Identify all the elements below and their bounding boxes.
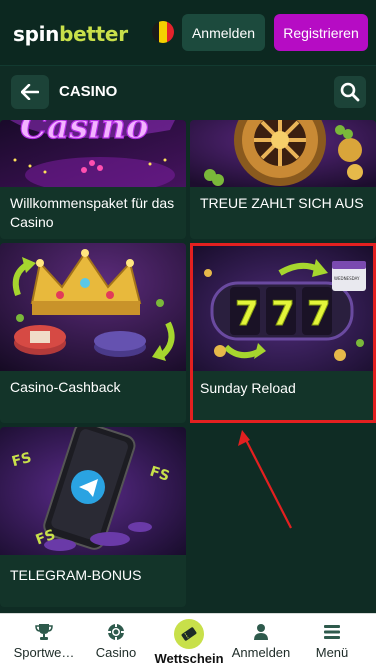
register-button[interactable]: Registrieren [274,14,368,51]
sunday-reload-promo-image: 7 7 7 WEDNESDAY [190,243,376,371]
card-title: TREUE ZAHLT SICH AUS [200,195,364,211]
nav-label: Anmelden [231,645,291,660]
logo-text-better: better [59,22,128,46]
app-screen: spinbetter Anmelden Registrieren CASINO [0,0,376,669]
loyalty-promo-image [190,120,376,187]
annotation-arrow [238,430,292,529]
slot-reel-2-text: 7 [271,294,295,334]
nav-label: Wettschein [154,651,224,666]
nav-label: Sportwe… [13,645,75,660]
hamburger-menu-icon [321,623,343,641]
casino-sign-text: Casino [20,120,149,147]
section-header [0,66,376,120]
trophy-icon [33,623,55,641]
nav-item-sports[interactable]: Sportwe… [8,614,80,669]
search-button[interactable] [334,76,366,108]
telegram-promo-image: FS FS FS [0,427,186,555]
promo-card-cashback[interactable]: Casino-Cashback [0,243,186,423]
section-title: CASINO [59,83,118,100]
login-button[interactable]: Anmelden [182,14,265,51]
nav-item-bet-slip[interactable]: Wettschein [150,614,228,669]
welcome-promo-image: Casino [0,120,186,187]
card-title: Willkommenspaket für das Casino [10,195,175,230]
card-title: Casino-Cashback [10,379,121,395]
promo-card-sunday-reload[interactable]: 7 7 7 WEDNESDAY Sunday Reload [190,243,376,423]
arrow-left-icon [21,84,39,100]
ticket-icon [174,619,204,649]
promo-card-loyalty[interactable]: TREUE ZAHLT SICH AUS [190,120,376,239]
cashback-promo-image [0,243,186,371]
brand-logo[interactable]: spinbetter [13,22,128,46]
bottom-navigation: Sportwe… Casino Wettschein Anmelden Menü [0,613,376,669]
search-icon [340,82,360,102]
nav-item-casino[interactable]: Casino [86,614,146,669]
logo-text-spin: spin [13,22,60,46]
nav-item-menu[interactable]: Menü [302,614,362,669]
slot-reel-3-text: 7 [307,294,331,334]
calendar-day-text: WEDNESDAY [334,276,360,281]
user-icon [250,623,272,641]
card-title: TELEGRAM-BONUS [10,567,142,583]
slot-reel-1-text: 7 [235,294,259,334]
back-button[interactable] [11,75,49,109]
top-bar: spinbetter Anmelden Registrieren [0,0,376,66]
promo-card-telegram[interactable]: FS FS FS TELEGRAM-BONUS [0,427,186,607]
nav-label: Casino [95,645,137,660]
card-title: Sunday Reload [200,380,296,396]
language-flag-icon[interactable] [152,21,174,43]
casino-chip-icon [105,623,127,641]
nav-item-login[interactable]: Anmelden [226,614,296,669]
promo-card-welcome[interactable]: Casino Willkommenspaket für das Casino [0,120,186,239]
nav-label: Menü [315,645,349,660]
